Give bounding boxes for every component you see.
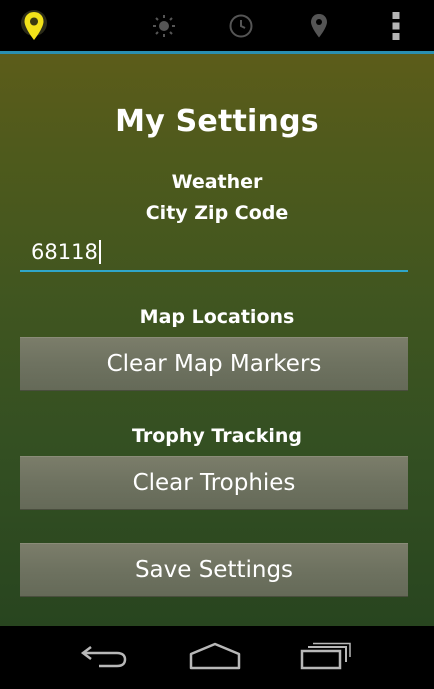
location-pin-icon xyxy=(309,13,329,39)
tab-map-pin[interactable] xyxy=(10,0,58,51)
settings-panel: My Settings Weather City Zip Code 68118 … xyxy=(0,54,434,626)
screen: My Settings Weather City Zip Code 68118 … xyxy=(0,0,434,689)
recent-apps-button[interactable] xyxy=(288,626,364,689)
map-locations-label: Map Locations xyxy=(139,306,295,328)
tab-location[interactable] xyxy=(295,0,343,51)
text-cursor xyxy=(98,240,101,264)
zip-code-label: City Zip Code xyxy=(145,202,289,224)
sun-icon xyxy=(152,14,176,38)
map-pin-yellow-icon xyxy=(20,9,48,43)
clear-map-markers-button[interactable]: Clear Map Markers xyxy=(20,337,408,391)
tab-weather[interactable] xyxy=(140,0,188,51)
zip-code-value: 68118 xyxy=(31,240,98,264)
back-icon xyxy=(79,643,129,673)
home-icon xyxy=(188,642,242,674)
overflow-menu-icon xyxy=(391,11,401,41)
overflow-menu-button[interactable] xyxy=(374,0,418,51)
weather-label: Weather xyxy=(171,171,263,193)
back-button[interactable] xyxy=(66,626,142,689)
navigation-bar xyxy=(0,626,434,689)
save-settings-button[interactable]: Save Settings xyxy=(20,543,408,597)
clock-icon xyxy=(228,13,254,39)
recent-apps-icon xyxy=(300,642,352,674)
action-bar xyxy=(0,0,434,54)
zip-code-input[interactable]: 68118 xyxy=(20,234,408,272)
trophy-tracking-label: Trophy Tracking xyxy=(131,425,303,447)
clear-trophies-button[interactable]: Clear Trophies xyxy=(20,456,408,510)
tab-clock[interactable] xyxy=(217,0,265,51)
page-title: My Settings xyxy=(115,104,319,139)
home-button[interactable] xyxy=(177,626,253,689)
